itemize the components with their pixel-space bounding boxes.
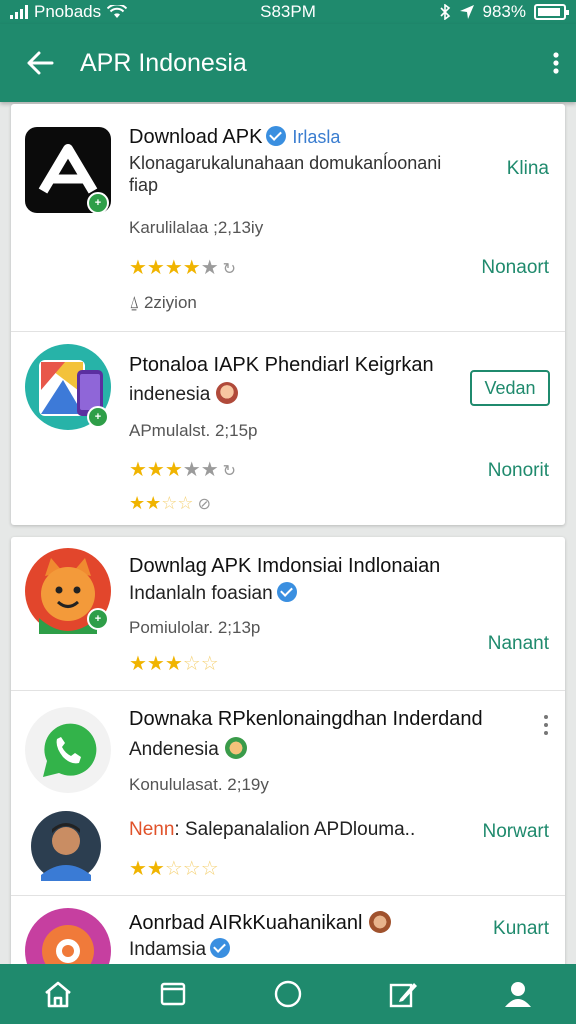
verified-icon [276, 582, 297, 602]
rating-stars: ★★☆☆☆ [129, 858, 219, 880]
item-meta: APmulalst. 2;15p [129, 421, 258, 440]
item-description: Klonagarukalunahaan domukanĺoonani fiap [129, 152, 441, 196]
nav-circle[interactable] [258, 964, 318, 1024]
avatar-icon [368, 911, 391, 933]
download-icon: ⍙ [129, 293, 144, 312]
list-item[interactable]: Aonrbad AIRkKuahanikanl Indamsia Kunart [11, 895, 565, 967]
location-icon [459, 5, 474, 19]
edit-icon [389, 983, 418, 1008]
more-menu-button[interactable] [536, 24, 576, 102]
arrow-left-icon [27, 51, 54, 75]
install-button[interactable]: Kunart [493, 918, 549, 940]
profile-icon [505, 982, 532, 1007]
item-meta: Pomiulolar. 2;13p [129, 618, 261, 637]
whatsapp-icon [25, 707, 111, 793]
list-item[interactable]: Downaka RPkenlonaingdhan Inderdand Anden… [11, 690, 565, 895]
page-title: APR Indonesia [80, 48, 247, 77]
avatar-icon [216, 382, 239, 404]
rating-stars: ★★★★★ ↻ [129, 257, 237, 279]
item-extra: 2ziyion [143, 293, 197, 312]
verified-icon [210, 938, 231, 958]
item-title: Download APK [129, 126, 263, 148]
item-meta: Karulilalaa ;2,13iy [129, 218, 264, 237]
verified-icon [266, 126, 287, 146]
battery-icon [534, 4, 569, 20]
more-vert-icon [553, 52, 559, 74]
item-title: Downlag APK Imdonsiai Indlonaian [129, 555, 441, 577]
item-tag: Irlasla [292, 127, 341, 147]
result-card: + Download APK Irlasla Klonagarukalunahaa… [11, 104, 565, 525]
item-subtitle: indenesia [129, 384, 211, 405]
battery-percent: 983% [482, 2, 526, 21]
item-menu-button[interactable] [543, 715, 549, 735]
status-bar: Pnobads S83PM 983% [0, 0, 576, 24]
nav-tabs[interactable] [143, 964, 203, 1024]
install-button[interactable]: Nonaort [481, 257, 549, 279]
item-title: Ptonaloa IAPK Phendiarl Keigrkan [129, 354, 434, 376]
nav-home[interactable] [28, 964, 88, 1024]
avatar [31, 811, 101, 881]
install-button[interactable]: Nonorit [488, 460, 549, 482]
item-subtitle: Indanlaln foasian [129, 583, 273, 604]
list-item[interactable]: + Downlag APK Imdonsiai Indlonaian Indan… [11, 537, 565, 690]
back-button[interactable] [0, 24, 80, 102]
install-button[interactable]: Norwart [482, 821, 549, 843]
result-card: + Downlag APK Imdonsiai Indlonaian Indan… [11, 537, 565, 967]
home-icon [44, 981, 71, 1008]
nav-edit[interactable] [373, 964, 433, 1024]
item-meta: Konululasat. 2;19y [129, 775, 269, 794]
item-title: Downaka RPkenlonaingdhan Inderdand [129, 708, 483, 730]
install-badge-icon: + [87, 192, 109, 214]
action-link[interactable]: Klina [507, 158, 549, 180]
carrier-name: Pnobads [34, 2, 102, 21]
app-bar: APR Indonesia [0, 24, 576, 102]
apk-logo-icon: + [25, 127, 111, 214]
bottom-nav [0, 964, 576, 1024]
install-badge-icon: + [87, 406, 109, 428]
view-button[interactable]: Vedan [470, 370, 550, 406]
item-title: Aonrbad AIRkKuahanikanl [129, 912, 363, 934]
list-item[interactable]: + Ptonaloa IAPK Phendiarl Keigrkan inden… [11, 331, 565, 525]
bluetooth-icon [439, 4, 450, 20]
promo-text: : Salepanalalion APDlouma.. [174, 819, 416, 840]
description-line: fiap [129, 175, 159, 195]
item-subtitle: Indamsia [129, 939, 207, 960]
fox-icon: + [25, 548, 111, 634]
rating-stars: ★★★★★ ↻ [129, 459, 237, 481]
nav-profile[interactable] [488, 964, 548, 1024]
list-item[interactable]: + Download APK Irlasla Klonagarukalunahaa… [11, 104, 565, 331]
signal-icon [10, 5, 28, 19]
avatar-icon [224, 737, 247, 759]
app-icon [25, 908, 111, 967]
item-subtitle: Andenesia [129, 739, 219, 760]
circle-icon [274, 980, 302, 1008]
description-line: Klonagarukalunahaan domukanĺoonani [129, 153, 442, 173]
promo-label: Nenn [129, 819, 175, 840]
install-badge-icon: + [87, 608, 109, 630]
rating-stars: ★★★☆☆ [129, 653, 219, 675]
install-button[interactable]: Nanant [488, 633, 549, 655]
maps-icon: + [25, 344, 111, 430]
wifi-icon [107, 5, 128, 18]
rating-stars-secondary: ★★☆☆ ⊘ [129, 493, 211, 513]
tabs-icon [160, 982, 185, 1006]
